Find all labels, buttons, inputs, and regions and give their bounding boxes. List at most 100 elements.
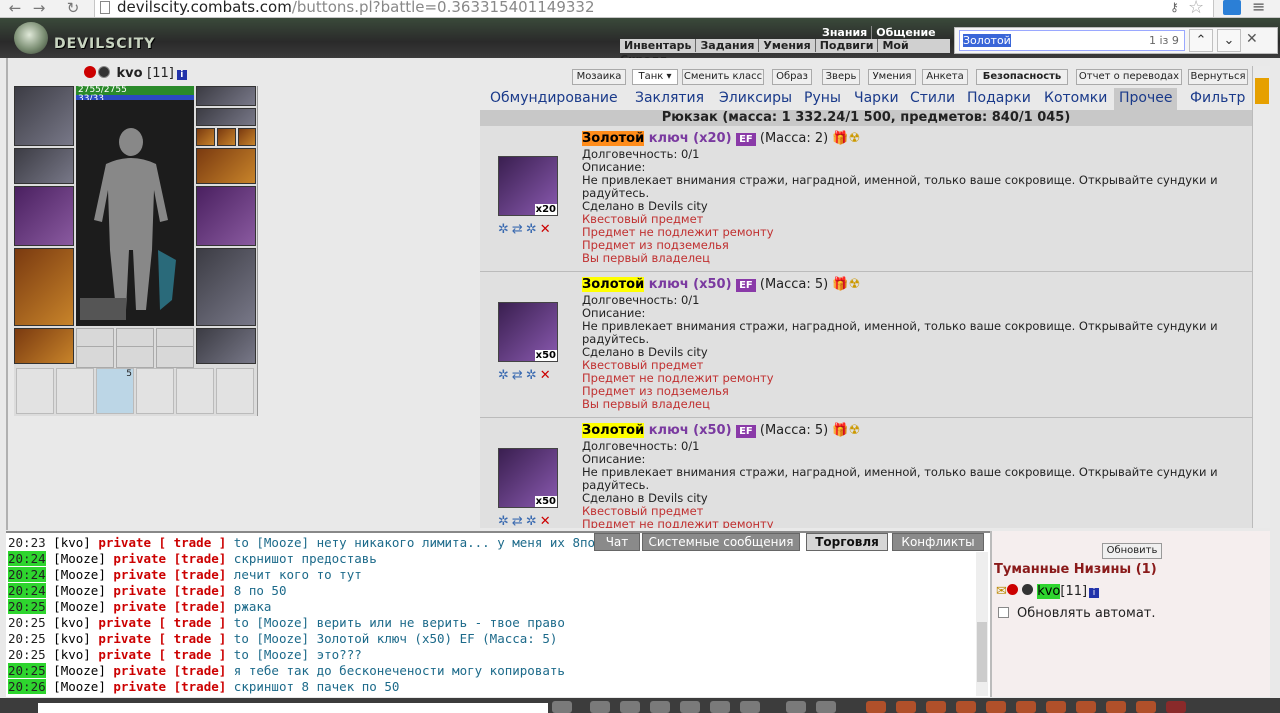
delete-icon[interactable]: ✕ (540, 222, 554, 237)
armor-slot[interactable] (14, 248, 74, 326)
bag-slot[interactable] (136, 368, 174, 414)
use-icon[interactable]: ✲ (498, 368, 512, 383)
action-icon[interactable] (1076, 701, 1096, 713)
info-icon[interactable]: i (176, 70, 187, 80)
find-next-icon[interactable]: ⌄ (1217, 29, 1241, 52)
ring-3-slot[interactable] (238, 128, 256, 146)
tab-other[interactable]: Прочее (1114, 88, 1178, 110)
invite-icon[interactable]: ✉ (996, 584, 1007, 599)
action-icon[interactable] (1106, 701, 1126, 713)
clear-icon[interactable] (590, 701, 610, 713)
tab-spells[interactable]: Заклятия (635, 88, 704, 110)
forward-icon[interactable]: → (28, 0, 50, 18)
class-select[interactable]: Танк ▾ (632, 69, 678, 85)
bag-slot[interactable] (56, 368, 94, 414)
chat-nick[interactable]: [kvo] (53, 535, 91, 550)
auto-refresh-checkbox[interactable] (998, 607, 1009, 618)
action-icon[interactable] (896, 701, 916, 713)
transfer-icon[interactable]: ⇄ (512, 222, 526, 237)
action-icon[interactable] (1016, 701, 1036, 713)
action-icon[interactable] (866, 701, 886, 713)
golden-key-icon[interactable]: x50 (498, 448, 558, 508)
security-button[interactable]: Безопасность (976, 69, 1068, 85)
use-icon[interactable]: ✲ (498, 514, 512, 528)
tab-elixirs[interactable]: Эликсиры (719, 88, 792, 110)
extension-icon[interactable] (1223, 0, 1241, 15)
chat-scrollbar[interactable] (976, 552, 988, 696)
legs-slot[interactable] (196, 248, 256, 326)
pet-button[interactable]: Зверь (822, 69, 860, 85)
tab-conflicts[interactable]: Конфликты (892, 533, 984, 551)
chat-nick[interactable]: [Mooze] (53, 679, 106, 694)
pen-icon[interactable] (710, 701, 730, 713)
chat-nick[interactable]: [Mooze] (53, 583, 106, 598)
split-icon[interactable]: ✲ (526, 514, 540, 528)
menu-icon[interactable]: ≡ (1252, 0, 1265, 15)
chat-nick[interactable]: [Mooze] (53, 663, 106, 678)
bracers-slot[interactable] (14, 148, 74, 184)
exit-icon[interactable] (1166, 701, 1186, 713)
emote-icon[interactable] (786, 701, 806, 713)
bag-slot[interactable] (216, 368, 254, 414)
nav-inventory[interactable]: Инвентарь (620, 39, 695, 52)
bag-slot[interactable] (176, 368, 214, 414)
tab-chat[interactable]: Чат (594, 533, 640, 551)
hand-icon[interactable] (740, 701, 760, 713)
weapon-right-slot[interactable] (196, 186, 256, 246)
delete-icon[interactable]: ✕ (540, 368, 554, 383)
action-icon[interactable] (986, 701, 1006, 713)
bookmark-star-icon[interactable]: ☆ (1188, 0, 1204, 18)
chat-scroll-thumb[interactable] (977, 622, 987, 682)
settings-icon[interactable] (816, 701, 836, 713)
transfer-report-button[interactable]: Отчет о переводах (1076, 69, 1182, 85)
tab-system-messages[interactable]: Системные сообщения (642, 533, 800, 551)
nav-quests[interactable]: Задания (695, 39, 759, 52)
tab-equipment[interactable]: Обмундирование (490, 88, 618, 110)
refresh-button[interactable]: Обновить (1102, 543, 1162, 559)
gloves-slot[interactable] (196, 148, 256, 184)
page-scrollbar[interactable] (1252, 66, 1270, 528)
tab-gifts[interactable]: Подарки (967, 88, 1031, 110)
nav-communication[interactable]: Общение (871, 26, 940, 39)
nav-skills[interactable]: Умения (758, 39, 815, 52)
split-icon[interactable]: ✲ (526, 222, 540, 237)
helmet-slot[interactable] (14, 86, 74, 146)
rune-slot-6[interactable] (156, 346, 194, 368)
address-bar[interactable]: devilscity.combats.com/buttons.pl?battle… (94, 0, 1214, 18)
use-icon[interactable]: ✲ (498, 222, 512, 237)
delete-icon[interactable]: ✕ (540, 514, 554, 528)
split-icon[interactable]: ✲ (526, 368, 540, 383)
bag-slot-filled[interactable]: 5 (96, 368, 134, 414)
amulet-slot[interactable] (196, 108, 256, 126)
ring-1-slot[interactable] (196, 128, 215, 146)
profile-button[interactable]: Анкета (922, 69, 968, 85)
chat-nick[interactable]: [Mooze] (53, 567, 106, 582)
tab-runes[interactable]: Руны (804, 88, 841, 110)
earrings-slot[interactable] (196, 86, 256, 106)
nav-feats[interactable]: Подвиги (814, 39, 878, 52)
reload-icon[interactable]: ↻ (62, 0, 84, 18)
scroll-thumb[interactable] (1255, 78, 1269, 104)
return-button[interactable]: Вернуться (1188, 69, 1248, 85)
action-icon[interactable] (926, 701, 946, 713)
tab-charms[interactable]: Чарки (854, 88, 899, 110)
golden-key-icon[interactable]: x50 (498, 302, 558, 362)
rune-slot-5[interactable] (116, 346, 154, 368)
mosaic-button[interactable]: Мозаика (572, 69, 626, 85)
chat-nick[interactable]: [Mooze] (53, 599, 106, 614)
chat-nick[interactable]: [kvo] (53, 647, 91, 662)
bag-slot[interactable] (16, 368, 54, 414)
chat-input[interactable] (38, 703, 548, 713)
tab-trade[interactable]: Торговля (806, 533, 888, 551)
tab-styles[interactable]: Стили (910, 88, 955, 110)
golden-key-icon[interactable]: x20 (498, 156, 558, 216)
chat-nick[interactable]: [kvo] (53, 615, 91, 630)
tab-filter[interactable]: Фильтр (1190, 88, 1245, 110)
transfer-icon[interactable]: ⇄ (512, 514, 526, 528)
smiley-icon[interactable] (552, 701, 572, 713)
action-icon[interactable] (1046, 701, 1066, 713)
close-icon[interactable]: ✕ (1246, 31, 1258, 47)
key-icon[interactable]: ⚷ (1170, 0, 1179, 14)
action-icon[interactable] (956, 701, 976, 713)
find-prev-icon[interactable]: ⌃ (1189, 29, 1213, 52)
